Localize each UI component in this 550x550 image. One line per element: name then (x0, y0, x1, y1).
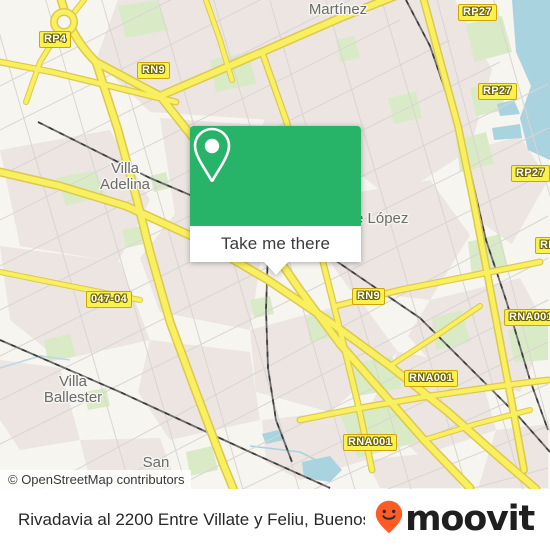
moovit-map-screenshot: Martínez Villa Adelina e López Villa Bal… (0, 0, 550, 550)
take-me-there-callout[interactable]: Take me there (190, 126, 361, 275)
moovit-wordmark: moovit (405, 499, 535, 539)
map-canvas[interactable]: Martínez Villa Adelina e López Villa Bal… (0, 0, 550, 489)
address-title: Rivadavia al 2200 Entre Villate y Feliu,… (18, 509, 365, 529)
take-me-there-label: Take me there (220, 234, 331, 253)
footer-bar: Rivadavia al 2200 Entre Villate y Feliu,… (0, 489, 550, 550)
callout-pin-panel (190, 126, 361, 226)
moovit-smiley-pin-icon (375, 500, 403, 539)
callout-action-bar[interactable]: Take me there (190, 226, 361, 275)
moovit-logo[interactable]: moovit (375, 499, 535, 539)
callout-pointer-notch (263, 262, 288, 275)
osm-attribution[interactable]: © OpenStreetMap contributors (0, 470, 191, 489)
